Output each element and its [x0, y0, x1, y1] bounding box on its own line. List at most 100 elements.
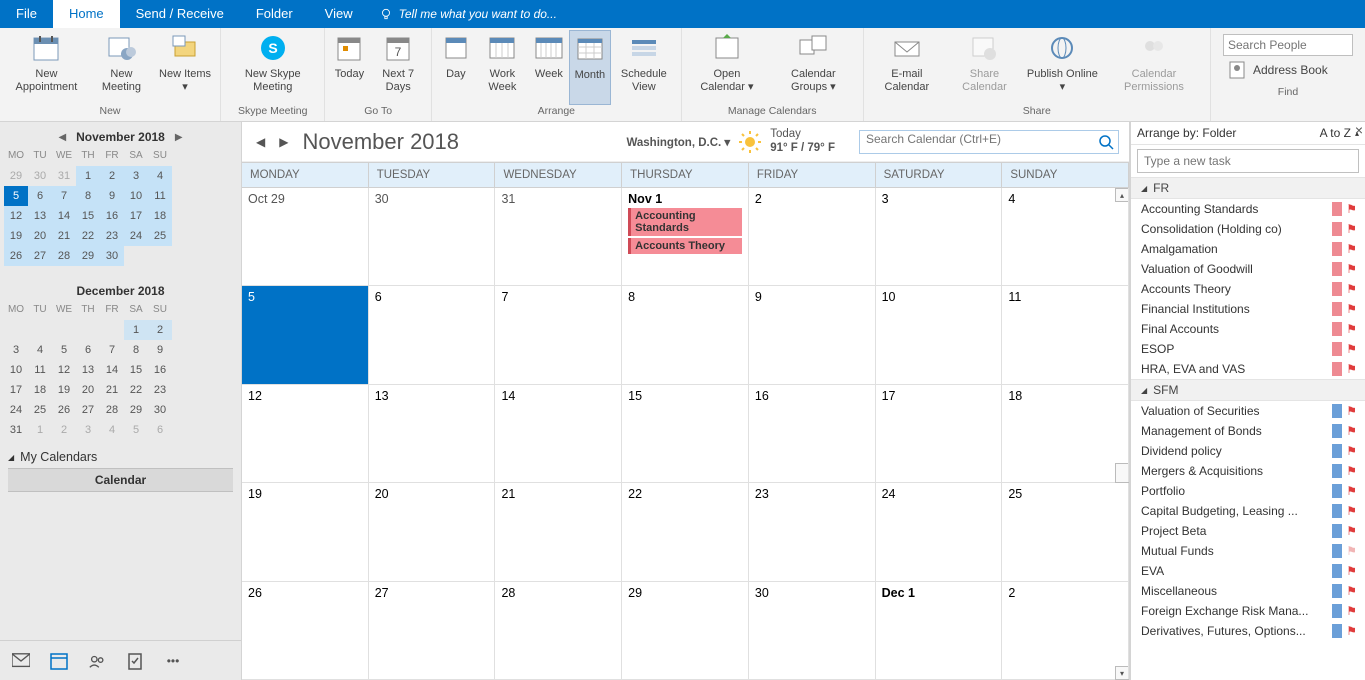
calendar-day-cell[interactable]: 26	[242, 582, 369, 679]
nav-day-cell[interactable]: 28	[100, 400, 124, 420]
calendar-day-cell[interactable]: 19	[242, 483, 369, 580]
flag-icon[interactable]: ⚑	[1346, 584, 1357, 598]
task-item[interactable]: Amalgamation⚑	[1131, 239, 1365, 259]
nav-day-cell[interactable]: 6	[28, 186, 52, 206]
nav-day-cell[interactable]: 4	[148, 166, 172, 186]
cal-next-button[interactable]: ▶	[275, 133, 292, 151]
nav-day-cell[interactable]: 18	[28, 380, 52, 400]
task-item[interactable]: Consolidation (Holding co)⚑	[1131, 219, 1365, 239]
nav-day-cell[interactable]: 8	[124, 340, 148, 360]
nav-day-cell[interactable]: 16	[100, 206, 124, 226]
nav-day-cell[interactable]: 6	[76, 340, 100, 360]
nav-day-cell[interactable]: 9	[148, 340, 172, 360]
nav-day-cell[interactable]: 10	[4, 360, 28, 380]
calendar-event[interactable]: Accounting Standards	[628, 208, 742, 236]
nav-day-cell[interactable]: 24	[4, 400, 28, 420]
calendar-item[interactable]: Calendar	[8, 468, 233, 492]
task-item[interactable]: Derivatives, Futures, Options...⚑	[1131, 621, 1365, 641]
calendar-day-cell[interactable]: 24	[876, 483, 1003, 580]
task-item[interactable]: Dividend policy⚑	[1131, 441, 1365, 461]
nav-day-cell[interactable]: 10	[124, 186, 148, 206]
nav-day-cell[interactable]: 20	[76, 380, 100, 400]
nav-day-cell[interactable]: 30	[148, 400, 172, 420]
calendar-groups-button[interactable]: Calendar Groups ▾	[768, 30, 859, 105]
new-meeting-button[interactable]: New Meeting	[89, 30, 154, 105]
nav-day-cell[interactable]: 4	[100, 420, 124, 440]
flag-icon[interactable]: ⚑	[1346, 504, 1357, 518]
flag-icon[interactable]: ⚑	[1346, 302, 1357, 316]
calendar-day-cell[interactable]: 28	[495, 582, 622, 679]
calendar-day-cell[interactable]: 30	[369, 188, 496, 285]
calendar-day-cell[interactable]: 9	[749, 286, 876, 383]
nav-day-cell[interactable]: 26	[4, 246, 28, 266]
calendar-day-cell[interactable]: 7	[495, 286, 622, 383]
calendar-day-cell[interactable]: 31	[495, 188, 622, 285]
calendar-day-cell[interactable]: 16	[749, 385, 876, 482]
calendar-day-cell[interactable]: 17	[876, 385, 1003, 482]
nav-day-cell[interactable]: 3	[4, 340, 28, 360]
calendar-permissions-button[interactable]: Calendar Permissions	[1102, 30, 1206, 105]
nav-day-cell[interactable]: 29	[76, 246, 100, 266]
nav-day-cell[interactable]	[100, 320, 124, 340]
nav-day-cell[interactable]: 30	[28, 166, 52, 186]
nav-day-cell[interactable]: 22	[76, 226, 100, 246]
nav-day-cell[interactable]: 3	[124, 166, 148, 186]
calendar-day-cell[interactable]: 10	[876, 286, 1003, 383]
flag-icon[interactable]: ⚑	[1346, 282, 1357, 296]
calendar-day-cell[interactable]: Oct 29	[242, 188, 369, 285]
nav-day-cell[interactable]: 11	[28, 360, 52, 380]
nav-day-cell[interactable]: 20	[28, 226, 52, 246]
flag-icon[interactable]: ⚑	[1346, 202, 1357, 216]
flag-icon[interactable]: ⚑	[1346, 444, 1357, 458]
flag-icon[interactable]: ⚑	[1346, 262, 1357, 276]
calendar-day-cell[interactable]: 20	[369, 483, 496, 580]
calendar-day-cell[interactable]: 5	[242, 286, 369, 383]
share-calendar-button[interactable]: Share Calendar	[946, 30, 1023, 105]
calendar-day-cell[interactable]: 30	[749, 582, 876, 679]
nav-day-cell[interactable]: 16	[148, 360, 172, 380]
task-item[interactable]: ESOP⚑	[1131, 339, 1365, 359]
prev-month-button[interactable]: ◀	[54, 132, 70, 143]
nav-day-cell[interactable]: 19	[4, 226, 28, 246]
nav-day-cell[interactable]: 26	[52, 400, 76, 420]
new-appointment-button[interactable]: New Appointment	[4, 30, 89, 105]
nav-day-cell[interactable]: 8	[76, 186, 100, 206]
calendar-day-cell[interactable]: 3	[876, 188, 1003, 285]
nav-day-cell[interactable]: 2	[100, 166, 124, 186]
nav-day-cell[interactable]: 1	[28, 420, 52, 440]
new-task-input[interactable]	[1137, 149, 1359, 173]
task-item[interactable]: Management of Bonds⚑	[1131, 421, 1365, 441]
flag-icon[interactable]: ⚑	[1346, 624, 1357, 638]
nav-day-cell[interactable]: 14	[52, 206, 76, 226]
nav-day-cell[interactable]: 18	[148, 206, 172, 226]
view-tab[interactable]: View	[309, 0, 369, 28]
nav-day-cell[interactable]	[28, 320, 52, 340]
nav-day-cell[interactable]: 21	[100, 380, 124, 400]
calendar-day-cell[interactable]: 2	[749, 188, 876, 285]
task-item[interactable]: EVA⚑	[1131, 561, 1365, 581]
flag-icon[interactable]: ⚑	[1346, 564, 1357, 578]
nav-day-cell[interactable]: 11	[148, 186, 172, 206]
nav-day-cell[interactable]: 2	[148, 320, 172, 340]
nav-day-cell[interactable]: 30	[100, 246, 124, 266]
email-calendar-button[interactable]: E-mail Calendar	[868, 30, 946, 105]
calendar-day-cell[interactable]: 21	[495, 483, 622, 580]
work-week-button[interactable]: Work Week	[476, 30, 529, 105]
next7days-button[interactable]: 7 Next 7 Days	[369, 30, 426, 105]
new-items-button[interactable]: New Items ▾	[154, 30, 216, 105]
arrange-by-button[interactable]: Arrange by: Folder	[1137, 126, 1236, 140]
nav-day-cell[interactable]: 25	[148, 226, 172, 246]
flag-icon[interactable]: ⚑	[1346, 524, 1357, 538]
nav-day-cell[interactable]: 17	[124, 206, 148, 226]
nav-day-cell[interactable]: 5	[4, 186, 28, 206]
nav-day-cell[interactable]: 7	[52, 186, 76, 206]
calendar-day-cell[interactable]: 25	[1002, 483, 1129, 580]
nav-day-cell[interactable]: 22	[124, 380, 148, 400]
next-month-button[interactable]: ▶	[171, 132, 187, 143]
today-button[interactable]: Today	[329, 30, 369, 105]
tasks-icon[interactable]	[126, 652, 144, 670]
close-task-pane-button[interactable]: ×	[1355, 122, 1363, 138]
task-group-header[interactable]: ◢ SFM	[1131, 379, 1365, 401]
nav-day-cell[interactable]: 17	[4, 380, 28, 400]
folder-tab[interactable]: Folder	[240, 0, 309, 28]
